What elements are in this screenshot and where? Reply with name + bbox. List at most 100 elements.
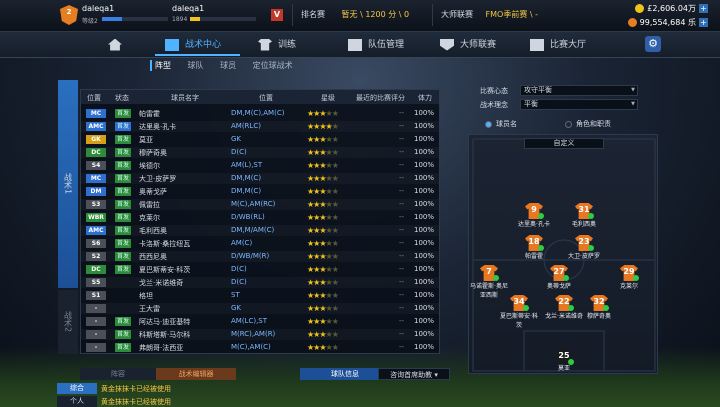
table-row[interactable]: DC 首发 夏巴斯蒂安·科茨 D(C) ★★★★★ -- 100% — [81, 264, 439, 275]
pitch-player[interactable]: 7 马诺霍斯·奥尼亚西斯 — [469, 265, 509, 299]
position-badge: - — [86, 317, 106, 326]
recent-rating: -- — [399, 135, 405, 143]
fitness-dot — [633, 275, 639, 281]
table-row[interactable]: S5 戈兰·米诺维奇 D(C) ★★★★★ -- 100% — [81, 277, 439, 288]
position-badge: S2 — [86, 252, 106, 261]
table-row[interactable]: S2 首发 西西尼奥 D/WB/M(R) ★★★★★ -- 100% — [81, 251, 439, 262]
nav-home[interactable] — [108, 36, 128, 54]
tab-tactic-editor[interactable]: 战术编辑器 — [156, 368, 236, 380]
main-nav: 战术中心 训练 队伍管理 大师联赛 比赛大厅 ⚙ — [0, 32, 720, 58]
recent-rating: -- — [399, 148, 405, 156]
pitch-player-name: 达里奥·孔卡 — [518, 221, 550, 228]
status-badge: 首发 — [115, 135, 131, 144]
player-value-2: 1894 — [172, 16, 188, 23]
pitch-player[interactable]: 22 戈兰·米诺维奇 — [544, 295, 584, 320]
nav-team-management[interactable]: 队伍管理 — [348, 36, 404, 54]
tactic-1-tab[interactable]: 战术1 — [58, 80, 78, 288]
col-status[interactable]: 状态 — [115, 93, 129, 103]
player-positions: D(C) — [231, 265, 247, 273]
pitch-player[interactable]: 18 帕雷霍 — [514, 235, 554, 260]
nav-match-hall[interactable]: 比赛大厅 — [530, 36, 586, 54]
table-row[interactable]: DC 首发 穆萨奇奥 D(C) ★★★★★ -- 100% — [81, 147, 439, 158]
player-name: 毛利西奥 — [139, 227, 167, 235]
pitch-player[interactable]: 27 奥蒂戈萨 — [539, 265, 579, 290]
rank-value: 暂无 \ 1200 分 \ 0 — [341, 10, 410, 19]
table-row[interactable]: - 首发 科斯塔斯·马尔科 M(RC),AM(R) ★★★★★ -- 100% — [81, 329, 439, 340]
table-row[interactable]: GK 首发 莫亚 GK ★★★★★ -- 100% — [81, 134, 439, 145]
status-badge: 首发 — [115, 343, 131, 352]
assistant-select[interactable]: 咨询首席助教 ▾ — [378, 368, 450, 380]
star-rating: ★★★★★ — [307, 291, 339, 300]
pitch-player[interactable]: 9 达里奥·孔卡 — [514, 203, 554, 228]
fitness-dot — [563, 275, 569, 281]
col-position[interactable]: 位置 — [87, 93, 101, 103]
table-row[interactable]: - 首发 阿达马·迪亚基特 AM(LC),ST ★★★★★ -- 100% — [81, 316, 439, 327]
subtab-players[interactable]: 球员 — [220, 60, 236, 71]
chat-tab-general[interactable]: 综合 — [57, 383, 97, 394]
stamina: 100% — [414, 239, 435, 247]
status-badge: 首发 — [115, 226, 131, 235]
tactic-2-tab[interactable]: 战术2 — [58, 290, 78, 354]
table-row[interactable]: WBR 首发 克莱尔 D/WB(RL) ★★★★★ -- 100% — [81, 212, 439, 223]
col-positions[interactable]: 位置 — [259, 93, 273, 103]
status-badge: 首发 — [115, 122, 131, 131]
fitness-dot — [493, 275, 499, 281]
col-stars[interactable]: 星级 — [321, 93, 335, 103]
pitch-player[interactable]: 23 大卫·皮萨罗 — [564, 235, 604, 260]
col-rating[interactable]: 最近的比赛评分 — [356, 93, 405, 103]
col-stamina[interactable]: 体力 — [418, 93, 432, 103]
radio-selected-icon — [485, 120, 492, 128]
star-rating: ★★★★★ — [307, 278, 339, 287]
add-money-2-button[interactable]: + — [699, 18, 708, 27]
star-rating: ★★★★★ — [307, 122, 339, 131]
subtab-team[interactable]: 球队 — [188, 60, 204, 71]
subtab-formation[interactable]: 阵型 — [150, 60, 171, 71]
shield-icon — [440, 38, 454, 51]
xp-fill-2 — [190, 17, 200, 21]
league-segment[interactable]: 大师联赛 FMO季前赛 \ - — [432, 4, 582, 26]
player-positions: DM,M/AM(C) — [231, 226, 275, 234]
add-money-1-button[interactable]: + — [699, 4, 708, 13]
nav-training[interactable]: 训练 — [258, 36, 296, 54]
table-row[interactable]: AMC 首发 毛利西奥 DM,M/AM(C) ★★★★★ -- 100% — [81, 225, 439, 236]
table-row[interactable]: - 首发 弗朗哥·法西亚 M(C),AM(C) ★★★★★ -- 100% — [81, 342, 439, 353]
table-row[interactable]: AMC 首发 达里奥·孔卡 AM(RLC) ★★★★★ -- 100% — [81, 121, 439, 132]
rank-segment[interactable]: 排名赛 暂无 \ 1200 分 \ 0 — [292, 4, 432, 26]
pitch-player[interactable]: 25 莫亚 — [544, 349, 584, 372]
pitch-player[interactable]: 32 穆萨奇奥 — [579, 295, 619, 320]
mentality-select[interactable]: 攻守平衡 — [520, 85, 638, 96]
nav-master-league[interactable]: 大师联赛 — [440, 36, 496, 54]
tab-lineup[interactable]: 阵容 — [80, 368, 156, 380]
position-badge: S4 — [86, 161, 106, 170]
name-radio[interactable]: 球员名 — [485, 119, 517, 129]
stamina: 100% — [414, 109, 435, 117]
fitness-dot — [588, 245, 594, 251]
pitch-player[interactable]: 31 毛利西奥 — [564, 203, 604, 228]
player-name: 夏巴斯蒂安·科茨 — [139, 266, 191, 274]
table-row[interactable]: S6 首发 卡洛斯·桑拉纽瓦 AM(C) ★★★★★ -- 100% — [81, 238, 439, 249]
table-row[interactable]: S4 首发 埃德尔 AM(L),ST ★★★★★ -- 100% — [81, 160, 439, 171]
table-row[interactable]: - 王大雷 GK ★★★★★ -- 100% — [81, 303, 439, 314]
gear-icon[interactable]: ⚙ — [645, 36, 661, 52]
subtab-set-pieces[interactable]: 定位球战术 — [253, 60, 293, 71]
table-row[interactable]: S1 格坦 ST ★★★★★ -- 100% — [81, 290, 439, 301]
chat-tab-personal[interactable]: 个人 — [57, 396, 97, 407]
table-row[interactable]: MC 首发 大卫·皮萨罗 DM,M(C) ★★★★★ -- 100% — [81, 173, 439, 184]
table-header: 位置 状态 球员名字 位置 星级 最近的比赛评分 体力 — [81, 90, 439, 104]
pitch-player[interactable]: 34 夏巴斯蒂安·科茨 — [499, 295, 539, 329]
player-positions: M(C),AM(C) — [231, 343, 271, 351]
philosophy-select[interactable]: 平衡 — [520, 99, 638, 110]
pitch-player[interactable]: 29 克莱尔 — [609, 265, 649, 290]
role-radio[interactable]: 角色和职责 — [565, 119, 611, 129]
formation-select[interactable]: 自定义 — [524, 138, 604, 149]
star-rating: ★★★★★ — [307, 304, 339, 313]
nav-tactics-center[interactable]: 战术中心 — [165, 36, 221, 54]
col-name[interactable]: 球员名字 — [171, 93, 199, 103]
money-row-1: £2,606.04万 + — [635, 3, 708, 14]
table-row[interactable]: DM 首发 奥蒂戈萨 DM,M(C) ★★★★★ -- 100% — [81, 186, 439, 197]
table-row[interactable]: S3 首发 佩雷拉 M(C),AM(RC) ★★★★★ -- 100% — [81, 199, 439, 210]
pitch-player-name: 大卫·皮萨罗 — [568, 253, 600, 260]
tab-team-info[interactable]: 球队信息 — [300, 368, 390, 380]
vip-badge[interactable]: V — [271, 9, 283, 21]
table-row[interactable]: MC 首发 帕雷霍 DM,M(C),AM(C) ★★★★★ -- 100% — [81, 108, 439, 119]
